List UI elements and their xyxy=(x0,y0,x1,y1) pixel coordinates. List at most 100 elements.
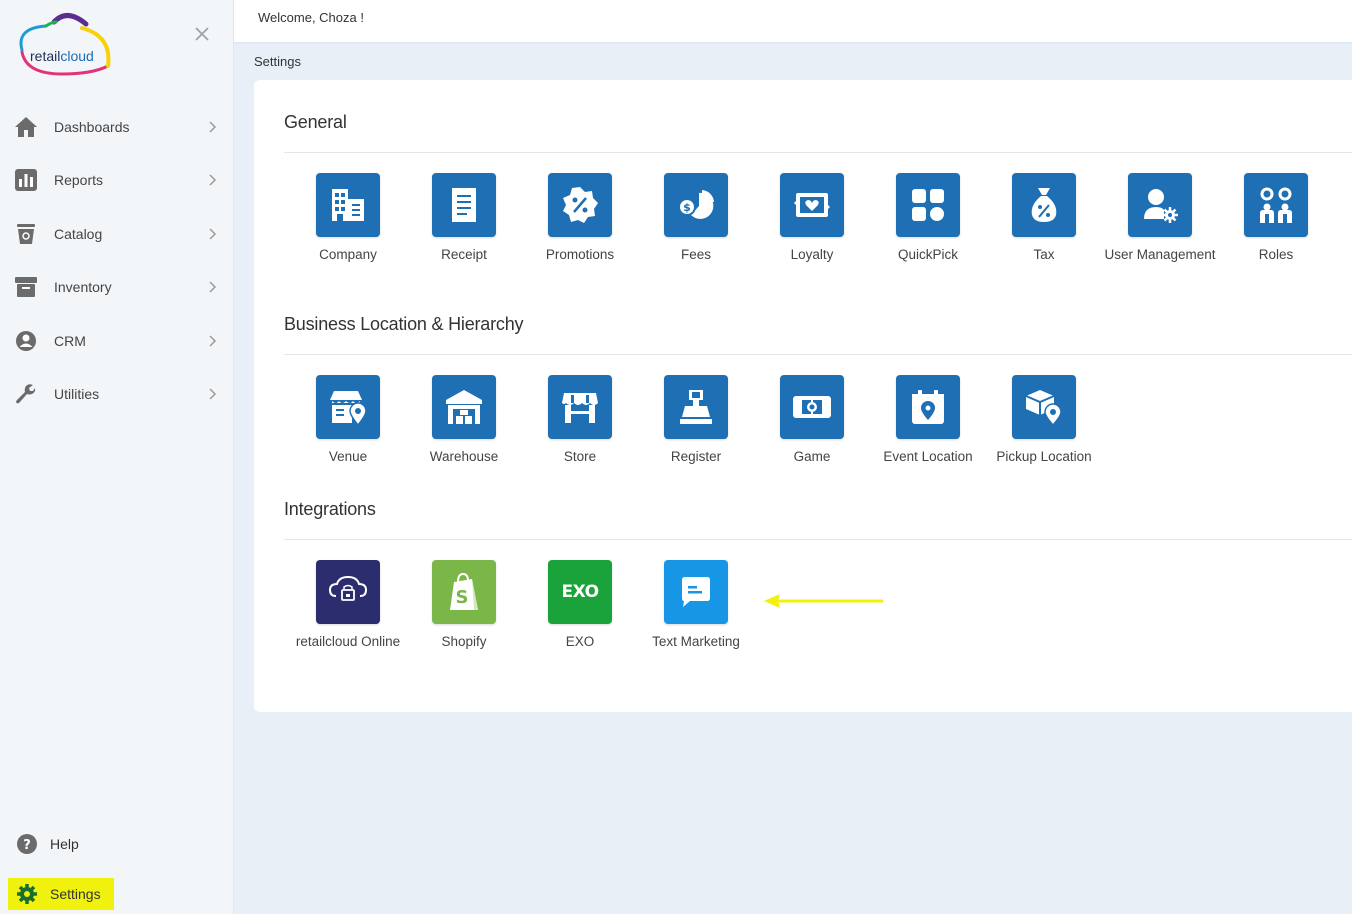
tile-company[interactable]: Company xyxy=(290,173,406,263)
close-sidebar-button[interactable] xyxy=(192,24,212,44)
sidebar-item-label: Utilities xyxy=(54,386,100,403)
tile-user-management[interactable]: User Management xyxy=(1102,173,1218,263)
settings-label: Settings xyxy=(50,886,101,902)
sidebar-nav: Dashboards Reports Catalog Inventory CRM… xyxy=(0,100,234,421)
wrench-icon xyxy=(14,382,38,406)
tile-label: Company xyxy=(319,247,377,262)
section-title-business-location: Business Location & Hierarchy xyxy=(284,314,524,334)
receipt-icon xyxy=(432,173,496,237)
chevron-right-icon xyxy=(209,388,217,400)
fees-pie-icon: $ xyxy=(664,173,728,237)
tile-register[interactable]: Register xyxy=(638,375,754,465)
promo-badge-icon xyxy=(548,173,612,237)
tile-label: Promotions xyxy=(545,247,615,262)
tile-shopify[interactable]: S Shopify xyxy=(406,560,522,650)
tile-tax[interactable]: Tax xyxy=(986,173,1102,263)
tile-label: Tax xyxy=(1033,247,1055,262)
svg-text:S: S xyxy=(456,587,469,608)
warehouse-icon xyxy=(432,375,496,439)
logo-text-retail: retail xyxy=(30,48,61,64)
tile-quickpick[interactable]: QuickPick xyxy=(870,173,986,263)
tile-exo[interactable]: EXO EXO xyxy=(522,560,638,650)
sidebar-item-label: Catalog xyxy=(54,225,103,242)
grid-icon xyxy=(896,173,960,237)
sidebar-item-crm[interactable]: CRM xyxy=(0,314,234,368)
tile-store[interactable]: Store xyxy=(522,375,638,465)
tile-promotions[interactable]: Promotions xyxy=(522,173,638,263)
tax-bag-icon xyxy=(1012,173,1076,237)
tile-label: QuickPick xyxy=(897,247,958,262)
settings-button[interactable]: Settings xyxy=(8,878,114,910)
building-icon xyxy=(316,173,380,237)
sidebar-item-label: CRM xyxy=(54,332,86,349)
event-location-icon xyxy=(896,375,960,439)
sidebar-item-catalog[interactable]: Catalog xyxy=(0,207,234,261)
store-icon xyxy=(548,375,612,439)
sidebar-item-label: Dashboards xyxy=(54,118,130,135)
tile-label: Pickup Location xyxy=(996,449,1092,464)
tile-receipt[interactable]: Receipt xyxy=(406,173,522,263)
tile-label: Venue xyxy=(328,449,368,464)
home-icon xyxy=(14,115,38,139)
bucket-icon xyxy=(14,222,38,246)
sidebar-item-label: Inventory xyxy=(54,279,112,296)
section-title-general: General xyxy=(284,112,347,132)
tile-label: Loyalty xyxy=(790,247,834,262)
chat-bubble-icon xyxy=(664,560,728,624)
svg-text:$: $ xyxy=(683,201,691,214)
tile-warehouse[interactable]: Warehouse xyxy=(406,375,522,465)
help-label: Help xyxy=(50,836,79,852)
shopify-icon: S xyxy=(432,560,496,624)
tile-label: Event Location xyxy=(883,449,973,464)
tile-text-marketing[interactable]: Text Marketing xyxy=(638,560,754,650)
tile-pickup-location[interactable]: Pickup Location xyxy=(986,375,1102,465)
exo-icon: EXO xyxy=(548,560,612,624)
retailcloud-online-icon xyxy=(316,560,380,624)
chevron-right-icon xyxy=(209,281,217,293)
tile-label: retailcloud Online xyxy=(295,634,401,649)
topbar: Welcome, Choza ! xyxy=(234,0,1352,42)
sidebar-item-utilities[interactable]: Utilities xyxy=(0,368,234,422)
chevron-right-icon xyxy=(209,228,217,240)
register-icon xyxy=(664,375,728,439)
tile-label: User Management xyxy=(1104,247,1216,262)
user-gear-icon xyxy=(14,329,38,353)
question-icon: ? xyxy=(16,833,38,855)
loyalty-card-icon xyxy=(780,173,844,237)
tile-label: Receipt xyxy=(441,247,487,262)
divider xyxy=(284,354,1352,355)
game-icon xyxy=(780,375,844,439)
user-settings-icon xyxy=(1128,173,1192,237)
tile-fees[interactable]: $ Fees xyxy=(638,173,754,263)
tile-roles[interactable]: Roles xyxy=(1218,173,1334,263)
bar-chart-icon xyxy=(14,168,38,192)
pickup-location-icon xyxy=(1012,375,1076,439)
tile-label: Shopify xyxy=(441,634,487,649)
venue-icon xyxy=(316,375,380,439)
sidebar: retailcloud Dashboards Reports Catalog I… xyxy=(0,0,234,914)
tile-venue[interactable]: Venue xyxy=(290,375,406,465)
sidebar-item-dashboards[interactable]: Dashboards xyxy=(0,100,234,154)
sidebar-item-reports[interactable]: Reports xyxy=(0,154,234,208)
chevron-right-icon xyxy=(209,335,217,347)
help-button[interactable]: ? Help xyxy=(8,828,87,860)
tile-retailcloud-online[interactable]: retailcloud Online xyxy=(290,560,406,650)
exo-logo-text: EXO xyxy=(561,582,599,602)
tile-event-location[interactable]: Event Location xyxy=(870,375,986,465)
welcome-message: Welcome, Choza ! xyxy=(258,10,364,25)
tile-label: Roles xyxy=(1258,247,1294,262)
tile-label: Text Marketing xyxy=(652,634,740,649)
gear-icon xyxy=(16,883,38,905)
tile-label: Warehouse xyxy=(429,449,499,464)
retailcloud-logo[interactable]: retailcloud xyxy=(12,10,116,80)
tile-label: EXO xyxy=(565,634,595,649)
tile-label: Register xyxy=(670,449,722,464)
tile-loyalty[interactable]: Loyalty xyxy=(754,173,870,263)
divider xyxy=(284,152,1352,153)
sidebar-item-inventory[interactable]: Inventory xyxy=(0,261,234,315)
svg-text:?: ? xyxy=(23,838,31,853)
breadcrumb: Settings xyxy=(254,54,301,69)
tile-game[interactable]: Game xyxy=(754,375,870,465)
settings-card: General Company Receipt Promotions $ Fee… xyxy=(254,80,1352,712)
tile-label: Store xyxy=(563,449,597,464)
